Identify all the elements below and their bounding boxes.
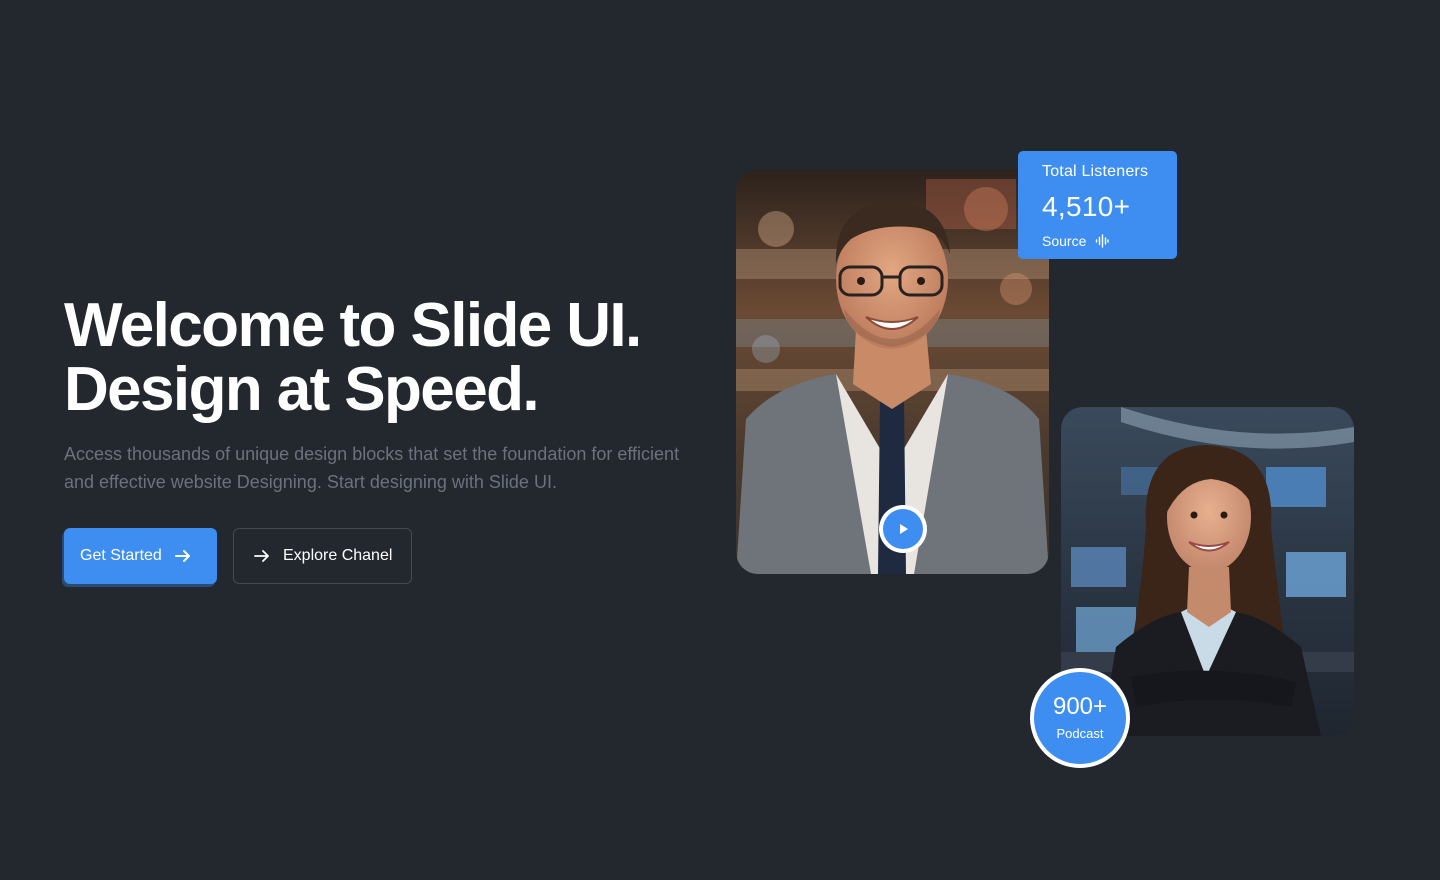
total-listeners-value: 4,510+	[1042, 191, 1131, 222]
podcast-label: Podcast	[1056, 726, 1104, 741]
arrow-right-icon	[173, 546, 193, 566]
source-label: Source	[1042, 233, 1087, 249]
explore-chanel-button[interactable]: Explore Chanel	[233, 528, 412, 584]
audio-wave-icon	[1095, 234, 1110, 248]
hero-title-line-1: Welcome to Slide UI.	[64, 291, 642, 360]
total-listeners-card: Total Listeners 4,510+ Source	[1018, 151, 1177, 259]
source-row[interactable]: Source	[1042, 233, 1177, 249]
hero-description: Access thousands of unique design blocks…	[64, 444, 680, 492]
arrow-right-icon	[252, 546, 272, 566]
podcast-badge-inner: 900+ Podcast	[1034, 672, 1126, 764]
hero-section: Welcome to Slide UI. Design at Speed. Ac…	[0, 0, 1440, 880]
get-started-button[interactable]: Get Started	[64, 528, 217, 584]
hero-title-line-2: Design at Speed.	[64, 355, 540, 424]
hero-title: Welcome to Slide UI. Design at Speed.	[64, 291, 642, 424]
play-icon	[883, 509, 923, 549]
play-button[interactable]	[879, 505, 927, 553]
podcast-badge: 900+ Podcast	[1030, 668, 1130, 768]
explore-chanel-label: Explore Chanel	[283, 547, 393, 564]
total-listeners-label: Total Listeners	[1042, 163, 1149, 180]
podcast-count: 900+	[1052, 693, 1108, 720]
get-started-label: Get Started	[80, 547, 162, 564]
